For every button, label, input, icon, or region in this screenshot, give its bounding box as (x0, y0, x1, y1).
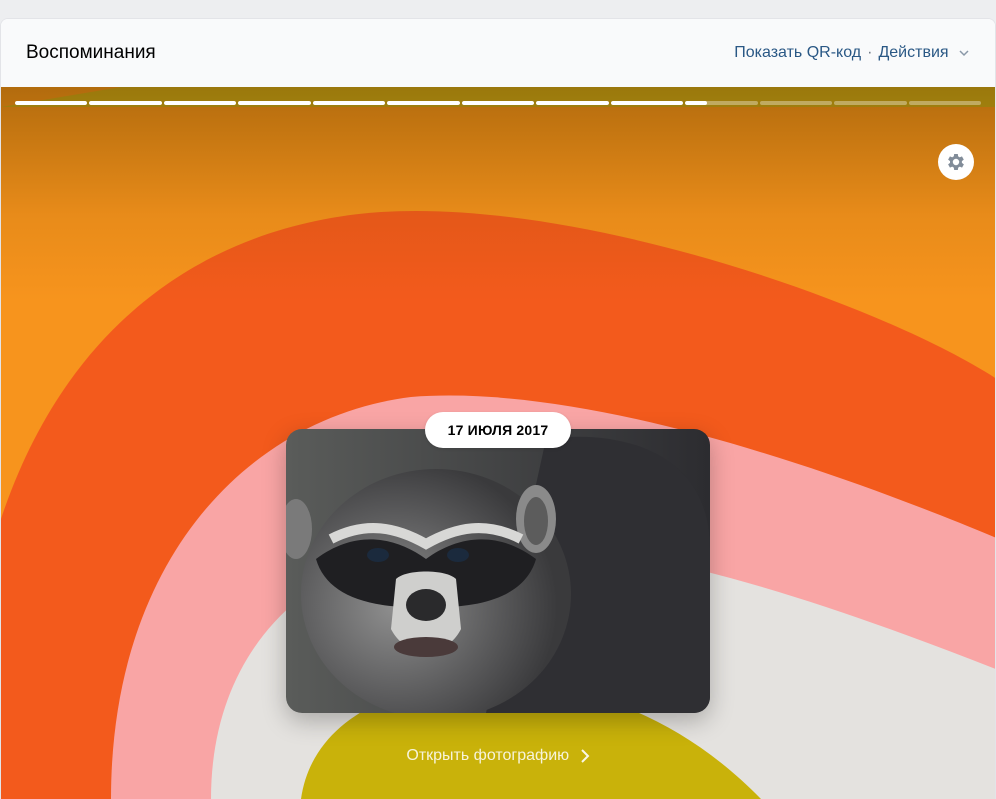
progress-segment (685, 101, 758, 105)
actions-dropdown[interactable]: Действия (878, 44, 969, 62)
progress-segment (610, 101, 684, 105)
page-title: Воспоминания (26, 42, 156, 63)
progress-segment (536, 101, 609, 105)
show-qr-code-link[interactable]: Показать QR-код (734, 44, 861, 62)
progress-segment-fill (461, 101, 535, 105)
chevron-down-icon (959, 50, 969, 57)
progress-segment (312, 101, 386, 105)
progress-segment (238, 101, 311, 105)
progress-segment (15, 101, 88, 105)
gear-icon (948, 154, 964, 170)
progress-segment (163, 101, 237, 105)
progress-segment (834, 101, 907, 105)
raccoon-photo (286, 429, 710, 713)
progress-segment-fill (15, 101, 88, 105)
progress-segment (759, 101, 833, 105)
actions-label: Действия (878, 44, 949, 61)
progress-segment-fill (610, 101, 684, 105)
progress-segment-fill (536, 101, 609, 105)
progress-segment-fill (163, 101, 237, 105)
story-progress-bar (15, 101, 982, 105)
progress-segment (908, 101, 982, 105)
chevron-right-icon (580, 749, 590, 763)
header-actions: Показать QR-код · Действия (734, 44, 969, 62)
progress-segment-fill (89, 101, 162, 105)
memory-photo[interactable] (286, 429, 710, 713)
memories-header: Воспоминания Показать QR-код · Действия (1, 19, 995, 87)
memory-date-badge: 17 ИЮЛЯ 2017 (425, 412, 571, 448)
open-photo-link[interactable]: Открыть фотографию (1, 747, 995, 765)
progress-segment-fill (238, 101, 311, 105)
progress-segment (387, 101, 460, 105)
progress-segment-fill (685, 101, 707, 105)
memories-card: Воспоминания Показать QR-код · Действия (0, 18, 996, 799)
progress-segment (461, 101, 535, 105)
open-photo-label: Открыть фотографию (406, 747, 570, 764)
separator-dot: · (867, 44, 873, 61)
memory-story-stage: 17 ИЮЛЯ 2017 Открыть фотографию (1, 87, 995, 799)
progress-segment-fill (312, 101, 386, 105)
settings-button[interactable] (938, 144, 974, 180)
progress-segment-fill (387, 101, 460, 105)
progress-segment (89, 101, 162, 105)
